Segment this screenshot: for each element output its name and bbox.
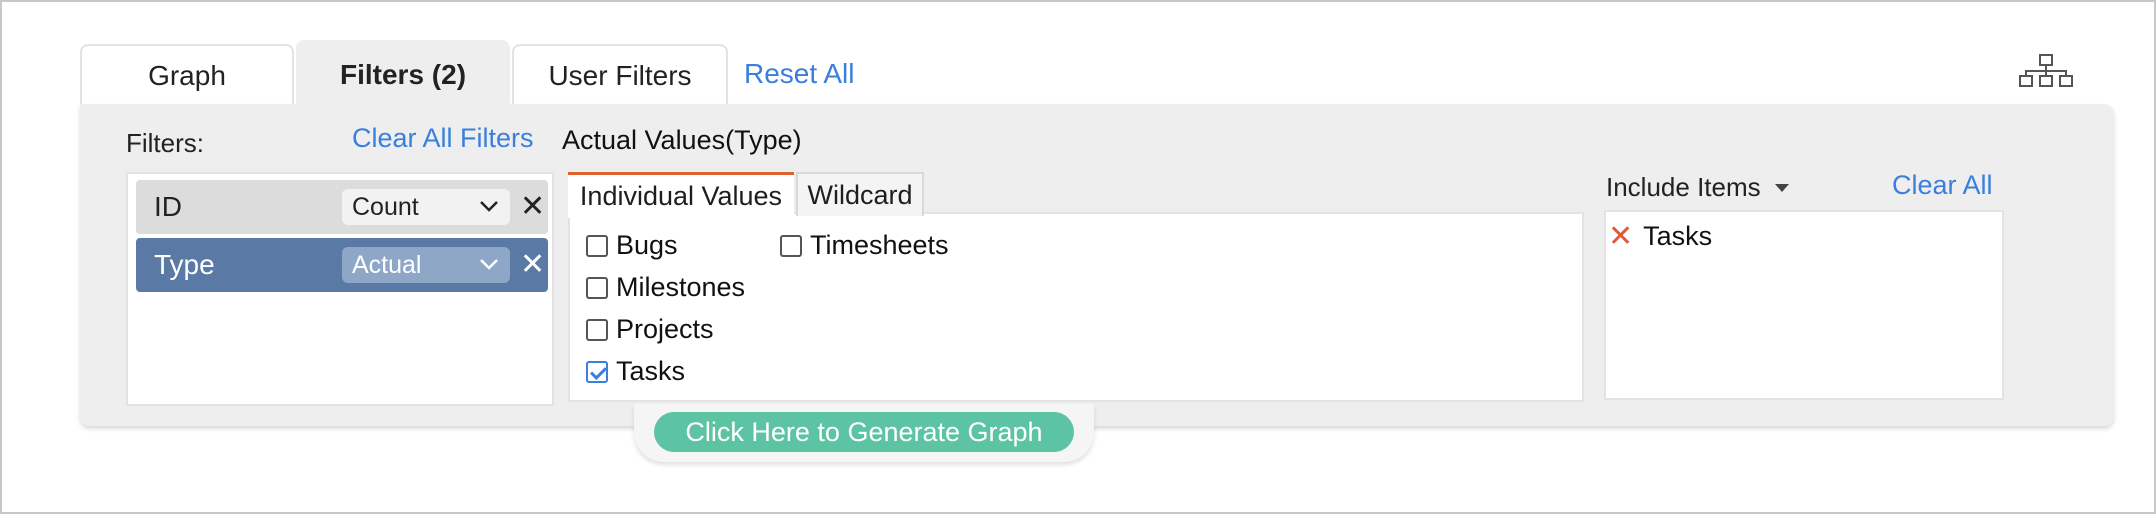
value-option-projects[interactable]: Projects [586,314,714,345]
aggregation-value: Actual [352,250,422,279]
remove-item-icon[interactable]: ✕ [1608,221,1633,252]
included-item: ✕ Tasks [1608,221,1712,252]
tab-user-filters[interactable]: User Filters [512,44,728,106]
values-title: Actual Values(Type) [562,125,802,155]
option-label: Tasks [616,356,686,386]
aggregation-value: Count [352,192,419,221]
tab-wildcard[interactable]: Wildcard [796,172,924,216]
checkbox[interactable] [586,318,608,341]
value-option-timesheets[interactable]: Timesheets [780,230,949,261]
include-mode-label: Include Items [1606,172,1761,202]
checkbox[interactable] [780,234,802,257]
checkbox[interactable] [586,276,608,299]
chevron-down-icon [480,201,498,212]
value-option-milestones[interactable]: Milestones [586,272,745,303]
hierarchy-icon[interactable] [2018,54,2074,88]
option-label: Timesheets [810,230,949,260]
reset-all-link[interactable]: Reset All [744,58,855,90]
checkbox[interactable] [586,360,608,383]
included-item-label: Tasks [1643,221,1713,251]
filters-label: Filters: [126,128,204,158]
option-label: Milestones [616,272,746,302]
include-mode-dropdown[interactable]: Include Items [1606,172,1789,203]
values-list [568,212,1584,402]
caret-down-icon [1774,183,1789,192]
filter-row-label: ID [154,191,182,222]
tab-graph[interactable]: Graph [80,44,294,106]
option-label: Bugs [616,230,678,260]
remove-filter-icon[interactable]: ✕ [520,192,545,222]
aggregation-select[interactable]: Actual [342,247,510,283]
value-option-bugs[interactable]: Bugs [586,230,678,261]
option-label: Projects [616,314,714,344]
value-option-tasks[interactable]: Tasks [586,356,685,387]
clear-all-link[interactable]: Clear All [1892,170,1993,201]
filter-list: ID Count ✕ Type Actual ✕ [126,172,554,406]
filter-row-id[interactable]: ID Count ✕ [136,180,548,234]
filter-row-label: Type [154,249,215,280]
generate-graph-button[interactable]: Click Here to Generate Graph [654,412,1074,452]
clear-all-filters-link[interactable]: Clear All Filters [352,123,534,154]
aggregation-select[interactable]: Count [342,189,510,225]
tab-individual-values[interactable]: Individual Values [568,172,794,218]
chevron-down-icon [480,259,498,270]
checkbox[interactable] [586,234,608,257]
tab-filters[interactable]: Filters (2) [296,40,510,108]
remove-filter-icon[interactable]: ✕ [520,250,545,280]
filter-row-type[interactable]: Type Actual ✕ [136,238,548,292]
